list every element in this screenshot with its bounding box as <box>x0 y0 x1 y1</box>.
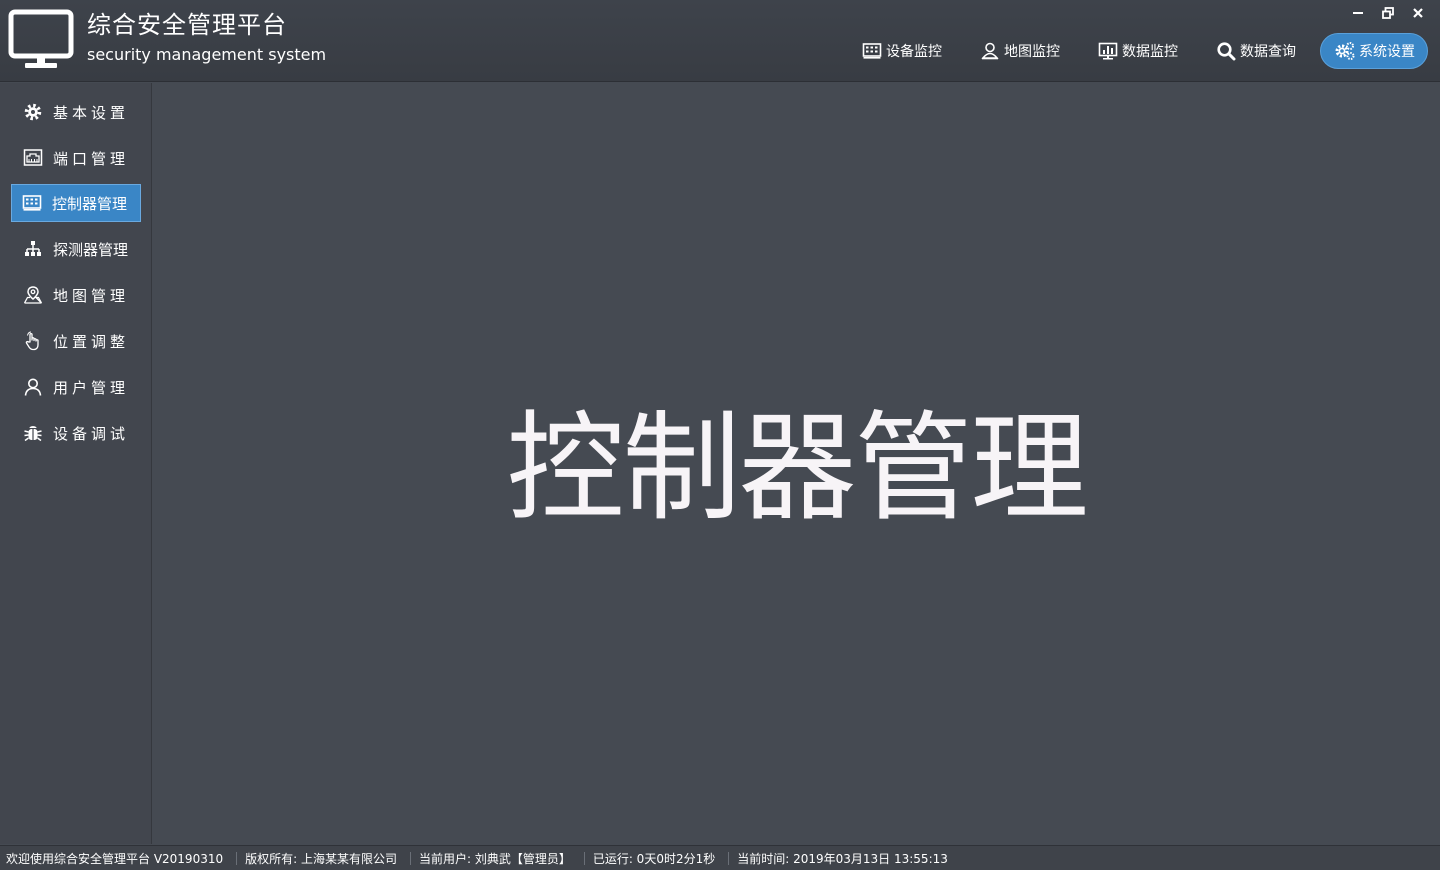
status-separator <box>236 851 238 865</box>
app-title: 综合安全管理平台 <box>87 11 287 39</box>
header: 综合安全管理平台 security management system 设备监控… <box>0 0 1440 82</box>
sidebar-item-label: 探测器管理 <box>53 240 129 259</box>
nav-device-monitor[interactable]: 设备监控 <box>848 33 954 69</box>
chart-monitor-icon <box>1098 41 1118 61</box>
device-grid-icon <box>862 41 882 61</box>
status-current-time: 当前时间: 2019年03月13日 13:55:13 <box>737 851 948 866</box>
monitor-icon <box>8 9 74 71</box>
status-bar: 欢迎使用综合安全管理平台 V20190310 版权所有: 上海某某有限公司 当前… <box>0 845 1440 870</box>
minimize-icon <box>1353 12 1363 14</box>
main-content: 控制器管理 <box>153 83 1440 844</box>
nav-label: 数据监控 <box>1122 44 1178 60</box>
status-current-user: 当前用户: 刘典武【管理员】 <box>418 851 571 866</box>
status-separator <box>583 851 585 865</box>
close-icon <box>1413 8 1423 18</box>
port-icon <box>23 148 43 168</box>
user-icon <box>23 377 43 397</box>
sidebar-item-position-adjust[interactable]: 位置调整 <box>11 322 141 360</box>
nav-map-monitor[interactable]: 地图监控 <box>966 33 1072 69</box>
status-separator <box>409 851 411 865</box>
status-welcome: 欢迎使用综合安全管理平台 V20190310 <box>6 851 224 866</box>
nav-label: 地图监控 <box>1004 44 1060 60</box>
hand-pointer-icon <box>23 331 43 351</box>
top-nav: 设备监控 地图监控 数据监控 数据查询 系统设置 <box>836 33 1428 69</box>
sidebar-item-detector-management[interactable]: 探测器管理 <box>11 230 141 268</box>
status-uptime: 已运行: 0天0时2分1秒 <box>592 851 716 866</box>
window-controls <box>1338 4 1428 22</box>
status-separator <box>728 851 730 865</box>
page-title: 控制器管理 <box>506 399 1088 537</box>
nav-label: 设备监控 <box>886 44 942 60</box>
sidebar-item-basic-settings[interactable]: 基本设置 <box>11 93 141 131</box>
app-subtitle: security management system <box>87 45 327 64</box>
sidebar-item-label: 端口管理 <box>53 149 130 168</box>
sidebar-item-user-management[interactable]: 用户管理 <box>11 368 141 406</box>
restore-icon <box>1382 7 1394 19</box>
sidebar-item-label: 位置调整 <box>53 332 130 351</box>
sidebar-item-label: 基本设置 <box>53 103 130 122</box>
nav-label: 数据查询 <box>1240 44 1296 60</box>
sidebar-item-label: 设备调试 <box>53 424 130 443</box>
sidebar-item-label: 控制器管理 <box>52 194 128 213</box>
gear-icon <box>23 102 43 122</box>
map-pin-icon <box>23 285 43 305</box>
restore-button[interactable] <box>1378 4 1398 22</box>
sidebar-item-controller-management[interactable]: 控制器管理 <box>11 184 141 222</box>
gears-icon <box>1335 41 1355 61</box>
bug-icon <box>23 423 43 443</box>
nav-data-query[interactable]: 数据查询 <box>1202 33 1308 69</box>
nav-data-monitor[interactable]: 数据监控 <box>1084 33 1190 69</box>
search-icon <box>1216 41 1236 61</box>
map-user-icon <box>980 41 1000 61</box>
sidebar-item-port-management[interactable]: 端口管理 <box>11 139 141 177</box>
app-window: 综合安全管理平台 security management system 设备监控… <box>0 0 1440 870</box>
status-copyright: 版权所有: 上海某某有限公司 <box>245 851 397 866</box>
sitemap-icon <box>23 239 43 259</box>
close-button[interactable] <box>1408 4 1428 22</box>
nav-label: 系统设置 <box>1359 44 1415 60</box>
sidebar-item-label: 用户管理 <box>53 378 130 397</box>
minimize-button[interactable] <box>1348 4 1368 22</box>
controller-icon <box>22 193 42 213</box>
sidebar-item-label: 地图管理 <box>53 286 130 305</box>
sidebar-item-map-management[interactable]: 地图管理 <box>11 276 141 314</box>
nav-system-settings[interactable]: 系统设置 <box>1320 33 1428 69</box>
sidebar: 基本设置 端口管理 控制器管理 探测器管理 地图管理 位置调整 用户管理 设备调… <box>0 83 152 844</box>
sidebar-item-device-debug[interactable]: 设备调试 <box>11 414 141 452</box>
